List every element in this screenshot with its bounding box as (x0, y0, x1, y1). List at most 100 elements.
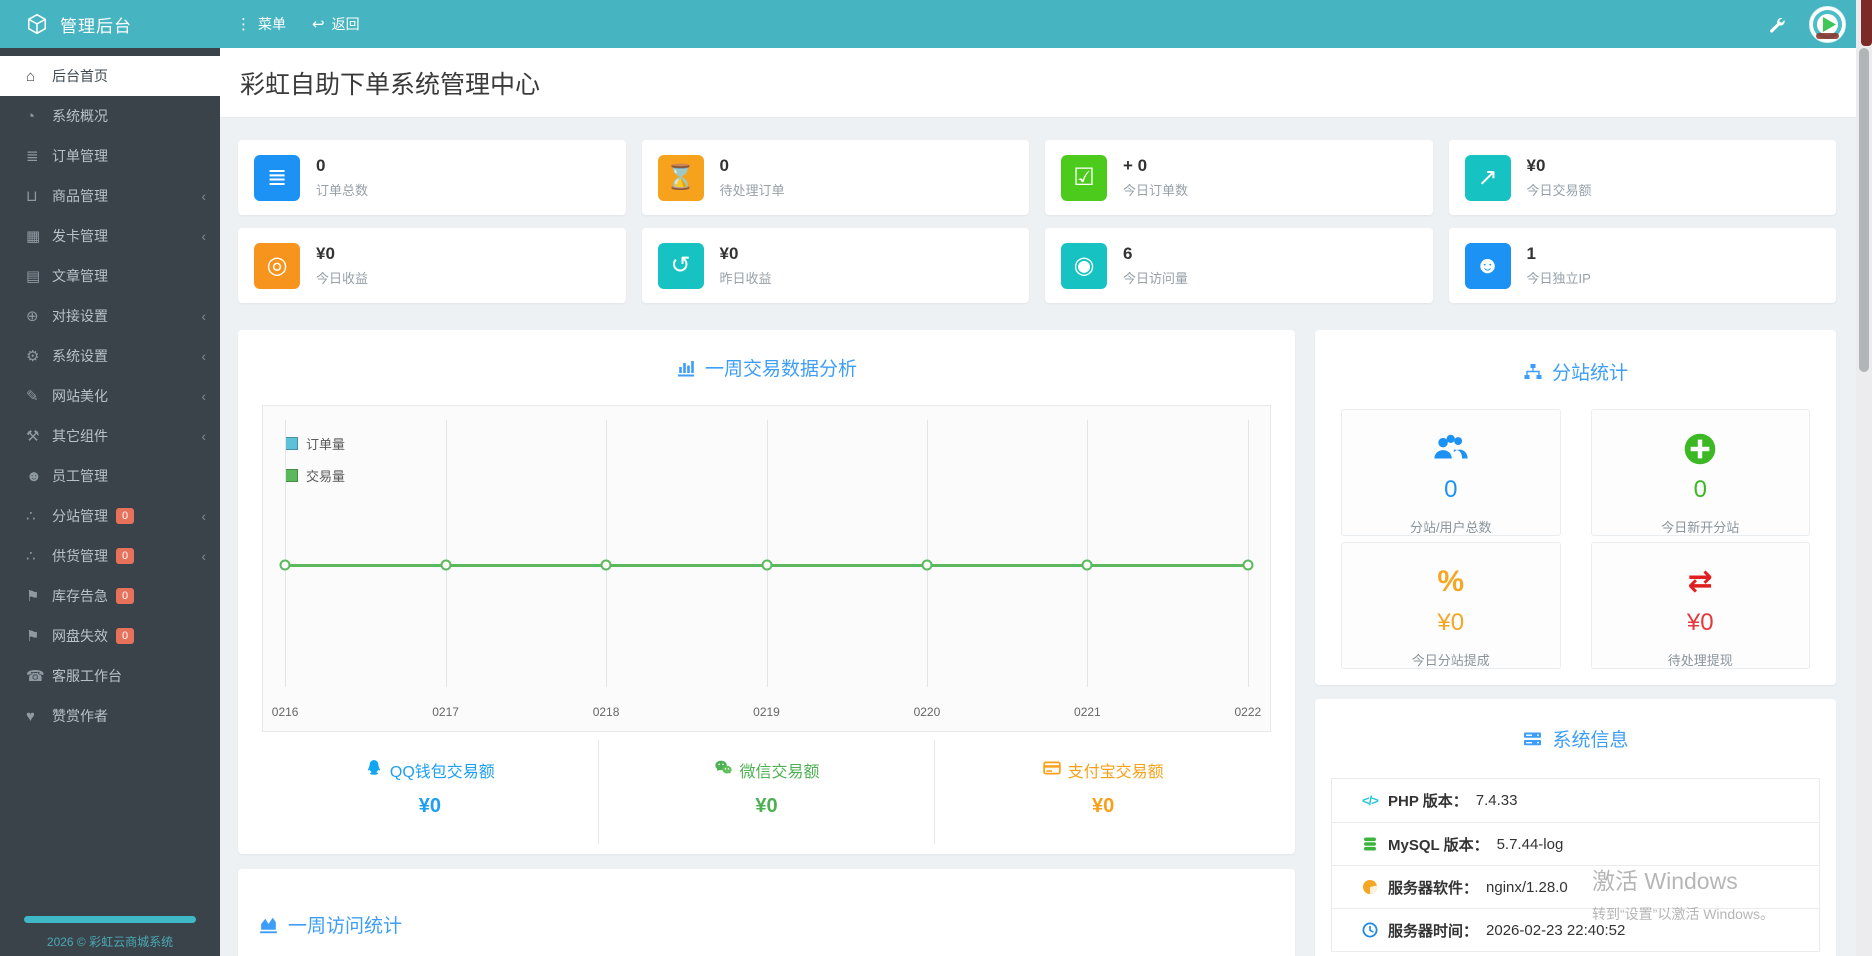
avatar-logo-icon (1810, 6, 1845, 42)
order-list-icon: ≣ (254, 154, 300, 201)
stat-card-5: ◎ ¥0 今日收益 (238, 228, 626, 303)
sidebar-item-6[interactable]: ▤ 文章管理 (0, 256, 220, 296)
eye-icon: ◉ (1061, 242, 1107, 289)
chart-gridline (285, 420, 287, 687)
substation-value: 0 (1693, 476, 1707, 503)
server-software-icon (1362, 879, 1388, 895)
sidebar-item-label: 分站管理 (52, 508, 108, 524)
chart-legend: 订单量 交易量 (285, 434, 345, 498)
database-icon (1362, 836, 1388, 852)
sidebar-item-7[interactable]: ⊕ 对接设置 ‹ (0, 296, 220, 336)
stat-label: 待处理订单 (719, 183, 785, 198)
stat-text: ¥0 今日收益 (316, 244, 368, 287)
stat-text: ¥0 昨日收益 (720, 244, 772, 287)
stat-text: 0 待处理订单 (720, 156, 785, 199)
x-axis-label: 0220 (913, 705, 941, 719)
stat-text: 6 今日访问量 (1123, 244, 1188, 287)
sidebar-item-17[interactable]: ♥ 赞赏作者 (0, 696, 220, 736)
back-arrow-icon: ↩ (312, 16, 325, 33)
sidebar-item-8[interactable]: ⚙ 系统设置 ‹ (0, 336, 220, 376)
data-point-marker (600, 559, 612, 571)
menu-button[interactable]: ⋮ 菜单 (236, 14, 286, 34)
data-point-marker (921, 559, 933, 571)
chevron-left-icon: ‹ (201, 188, 206, 204)
sidebar-item-5[interactable]: ▦ 发卡管理 ‹ (0, 216, 220, 256)
sidebar-item-12[interactable]: ∴ 分站管理 0 ‹ (0, 496, 220, 536)
sidebar-item-label: 网站美化 (52, 388, 108, 404)
data-point-marker (440, 559, 452, 571)
count-badge: 0 (116, 588, 135, 604)
sidebar-item-label: 系统设置 (52, 348, 108, 364)
chevron-left-icon: ‹ (201, 388, 206, 404)
sysinfo-list: </> PHP 版本： 7.4.33 MySQL 版本： 5.7.44-log 服务器软件… (1331, 778, 1820, 952)
wrench-icon[interactable] (1768, 16, 1785, 33)
hourglass-icon: ⌛ (657, 154, 704, 201)
sidebar-item-1[interactable]: ⌂ 后台首页 (0, 56, 220, 96)
x-axis-label: 0221 (1074, 705, 1101, 719)
sysinfo-title-text: 系统信息 (1552, 730, 1629, 751)
sidebar-item-label: 赞赏作者 (52, 708, 108, 724)
menu-button-label: 菜单 (258, 16, 286, 32)
stat-text: 0 订单总数 (316, 156, 368, 199)
card-grid-icon: ▦ (26, 228, 41, 245)
stat-card-1: ≣ 0 订单总数 (238, 140, 626, 215)
components-icon: ⚒ (26, 428, 40, 445)
payment-summary-row: QQ钱包交易额 ¥0 微信交易额 ¥0 支付宝交易额 ¥0 (262, 740, 1271, 844)
scrollbar-thumb[interactable] (1859, 48, 1869, 372)
stat-text: 1 今日独立IP (1527, 244, 1591, 287)
stat-text: + 0 今日订单数 (1123, 156, 1188, 199)
sysinfo-card: 系统信息 </> PHP 版本： 7.4.33 MySQL 版本： 5.7.44-log… (1315, 699, 1836, 956)
x-axis-label: 0217 (432, 705, 459, 719)
home-icon: ⌂ (26, 67, 36, 85)
legend-item: 交易量 (285, 466, 345, 485)
count-badge: 0 (116, 548, 135, 564)
sidebar-item-14[interactable]: ⚑ 库存告急 0 (0, 576, 220, 616)
data-point-marker (1081, 559, 1093, 571)
trade-chart-card: 一周交易数据分析 订单量 交易量 0216 0217 0218 0219 0220 0221… (238, 330, 1295, 854)
substation-title-text: 分站统计 (1551, 363, 1628, 384)
sidebar-item-label: 客服工作台 (52, 668, 122, 684)
payment-title: 支付宝交易额 (1042, 758, 1164, 782)
sidebar-item-15[interactable]: ⚑ 网盘失效 0 (0, 616, 220, 656)
sidebar-item-3[interactable]: ≣ 订单管理 (0, 136, 220, 176)
sidebar-item-10[interactable]: ⚒ 其它组件 ‹ (0, 416, 220, 456)
topbar: 管理后台 ⋮ 菜单 ↩ 返回 (0, 0, 1872, 48)
stat-card-4: ↗ ¥0 今日交易额 (1448, 140, 1836, 215)
left-column: 一周交易数据分析 订单量 交易量 0216 0217 0218 0219 0220 0221… (238, 330, 1295, 956)
sidebar-item-label: 商品管理 (52, 188, 108, 204)
chevron-left-icon: ‹ (201, 428, 206, 444)
substation-card: 分站统计 0 分站/用户总数 0 今日新开分站% ¥0 今日分站提成 ⇄ ¥0 待处理提现 (1315, 330, 1836, 685)
sidebar-footer: 2026 © 彩虹云商城系统 (0, 916, 220, 950)
heart-icon: ♥ (26, 707, 35, 725)
sidebar-item-label: 系统概况 (52, 108, 108, 124)
brand-title: 管理后台 (60, 16, 132, 36)
sidebar-item-label: 订单管理 (52, 148, 108, 164)
exchange-icon: ⇄ (1687, 565, 1713, 598)
bullhorn-icon: ⚑ (26, 588, 40, 605)
back-button[interactable]: ↩ 返回 (312, 14, 360, 34)
substation-label: 待处理提现 (1667, 653, 1733, 668)
stats-grid: ≣ 0 订单总数 ⌛ 0 待处理订单 ☑ + 0 今日订单数 ↗ ¥0 今日交易额 ◎ ¥0 今日收益 ↺ ¥0… (238, 140, 1836, 303)
sidebar: ⌂ 后台首页 ◔ 系统概况 ≣ 订单管理 ⊔ 商品管理 ‹ ▦ 发卡管理 ‹ ▤ 文章管理 ⊕ 对接设置 ‹ ⚙ 系… (0, 48, 220, 956)
substation-label: 今日分站提成 (1411, 653, 1490, 668)
avatar[interactable] (1809, 5, 1846, 43)
sidebar-item-11[interactable]: ☻ 员工管理 (0, 456, 220, 496)
list-icon: ≣ (26, 148, 39, 165)
sysinfo-row-4: 服务器时间： 2026-02-23 22:40:52 (1332, 908, 1819, 951)
brand: 管理后台 (0, 12, 220, 37)
cube-logo-icon (27, 13, 47, 35)
sidebar-item-2[interactable]: ◔ 系统概况 (0, 96, 220, 136)
sidebar-item-16[interactable]: ☎ 客服工作台 (0, 656, 220, 696)
sidebar-item-13[interactable]: ∴ 供货管理 0 ‹ (0, 536, 220, 576)
sidebar-footer-bar (24, 916, 196, 923)
payment-col-2: 微信交易额 ¥0 (597, 740, 935, 844)
sidebar-item-4[interactable]: ⊔ 商品管理 ‹ (0, 176, 220, 216)
sidebar-item-9[interactable]: ✎ 网站美化 ‹ (0, 376, 220, 416)
count-badge: 0 (116, 628, 135, 644)
legend-item: 订单量 (285, 434, 345, 453)
content: ≣ 0 订单总数 ⌛ 0 待处理订单 ☑ + 0 今日订单数 ↗ ¥0 今日交易额 ◎ ¥0 今日收益 ↺ ¥0… (220, 118, 1856, 956)
stat-label: 今日访问量 (1123, 271, 1189, 286)
data-point-marker (1242, 559, 1254, 571)
qq-icon (365, 759, 383, 782)
sitemap-icon: ∴ (26, 548, 36, 565)
